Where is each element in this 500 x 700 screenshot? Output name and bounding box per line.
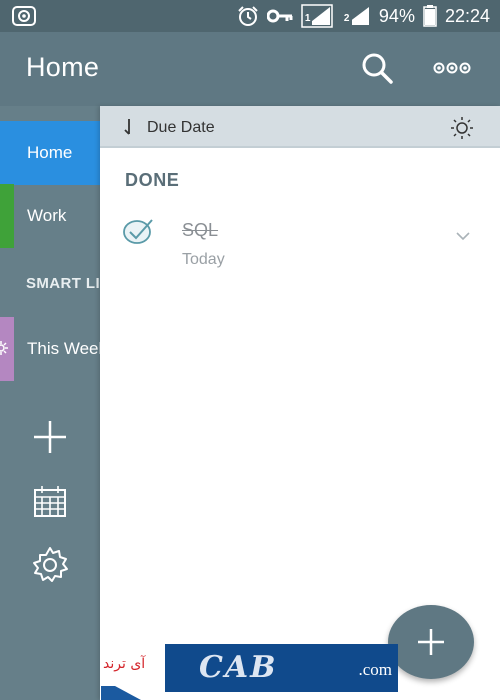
task-due-date: Today	[182, 251, 225, 268]
sidebar: Home Work SMART LISTS This Week	[0, 106, 100, 700]
brightness-icon[interactable]	[451, 117, 473, 139]
sidebar-item-home[interactable]: Home	[0, 121, 100, 185]
shield-app-icon	[12, 6, 36, 26]
search-button[interactable]	[360, 51, 394, 85]
list-item[interactable]: SQL Today	[100, 206, 500, 276]
watermark-domain: .com	[358, 660, 392, 679]
list-color-bar	[0, 184, 14, 248]
sidebar-item-label: This Week	[27, 339, 100, 358]
watermark-logo: آی ترند CAB .com	[101, 644, 398, 692]
completed-checkbox[interactable]	[122, 216, 156, 246]
watermark-persian-text: آی ترند	[103, 656, 146, 672]
sim2-label: 2	[343, 13, 350, 24]
add-task-button[interactable]	[388, 605, 474, 679]
smart-lists-heading: SMART LISTS	[26, 275, 100, 292]
sidebar-item-label: Home	[27, 143, 73, 162]
battery-icon	[423, 5, 437, 27]
more-options-icon	[433, 62, 471, 74]
settings-button[interactable]	[30, 545, 70, 585]
add-list-button[interactable]	[30, 417, 70, 457]
section-title-done: DONE	[125, 170, 180, 190]
watermark-letters: CAB	[199, 650, 278, 685]
smart-list-icon	[0, 340, 8, 355]
sort-label: Due Date	[147, 119, 215, 136]
status-bar: 1 2 94% 22:24	[0, 0, 500, 32]
alarm-clock-icon	[237, 5, 259, 27]
chevron-down-icon[interactable]	[456, 228, 470, 241]
sort-bar[interactable]: Due Date	[100, 106, 500, 148]
plus-icon	[418, 629, 444, 655]
sidebar-item-work[interactable]: Work	[0, 184, 100, 248]
calendar-icon	[34, 486, 66, 517]
app-bar: Home	[0, 32, 500, 106]
sidebar-item-label: Work	[27, 206, 67, 225]
sim1-label: 1	[304, 13, 311, 24]
page-title: Home	[26, 52, 100, 82]
signal-sim2-icon: 2	[341, 4, 371, 28]
vpn-key-icon	[266, 8, 293, 24]
battery-percent: 94%	[378, 5, 415, 26]
watermark-white-panel: آی ترند	[101, 644, 165, 692]
add-list-icon	[34, 421, 66, 453]
signal-sim1-icon: 1	[301, 4, 333, 28]
sort-arrow-icon	[122, 118, 136, 136]
more-options-button[interactable]	[432, 58, 472, 78]
watermark-corner-icon	[101, 686, 141, 700]
task-title: SQL	[182, 220, 219, 240]
settings-icon	[33, 547, 68, 582]
clock-time: 22:24	[444, 5, 490, 26]
search-icon	[362, 53, 393, 84]
sidebar-item-this-week[interactable]: This Week	[0, 317, 100, 381]
calendar-button[interactable]	[30, 482, 70, 522]
watermark-blue-panel: CAB .com	[165, 644, 398, 692]
